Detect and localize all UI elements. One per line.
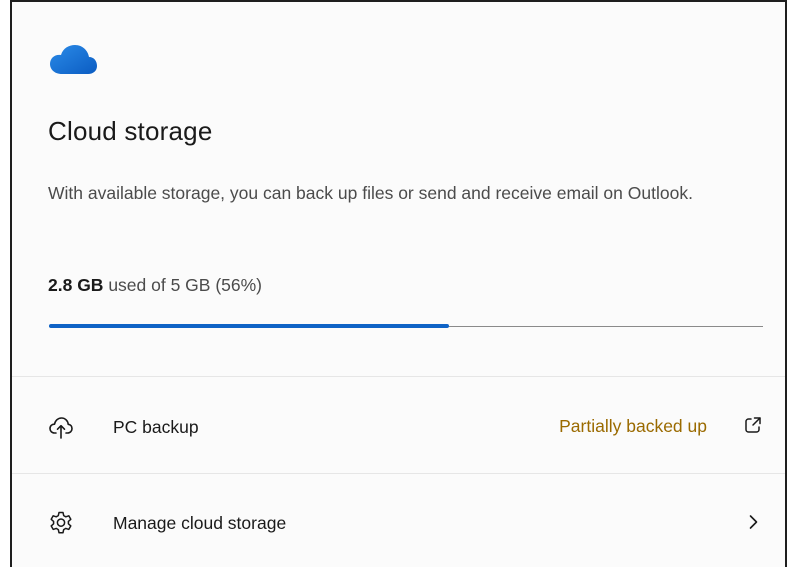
storage-usage-text: 2.8 GB used of 5 GB (56%) [48,275,262,296]
progress-fill [49,324,449,328]
page-title: Cloud storage [48,116,213,146]
external-link-icon[interactable] [743,415,763,435]
manage-cloud-storage-row[interactable]: Manage cloud storage [12,474,785,570]
divider [12,376,785,377]
storage-progress-bar [49,324,763,329]
backup-status-text: Partially backed up [559,416,707,436]
chevron-right-icon[interactable] [743,512,763,532]
manage-cloud-storage-label: Manage cloud storage [113,513,287,533]
cloud-icon [50,45,97,74]
storage-description: With available storage, you can back up … [48,183,693,203]
storage-used-amount: 2.8 GB [48,275,104,295]
pc-backup-label: PC backup [113,417,199,437]
gear-icon [50,511,72,534]
cloud-storage-card: Cloud storage With available storage, yo… [10,0,787,567]
pc-backup-row[interactable]: PC backup Partially backed up [12,378,785,474]
cloud-upload-icon [49,417,73,439]
storage-usage-detail: used of 5 GB (56%) [103,275,263,295]
